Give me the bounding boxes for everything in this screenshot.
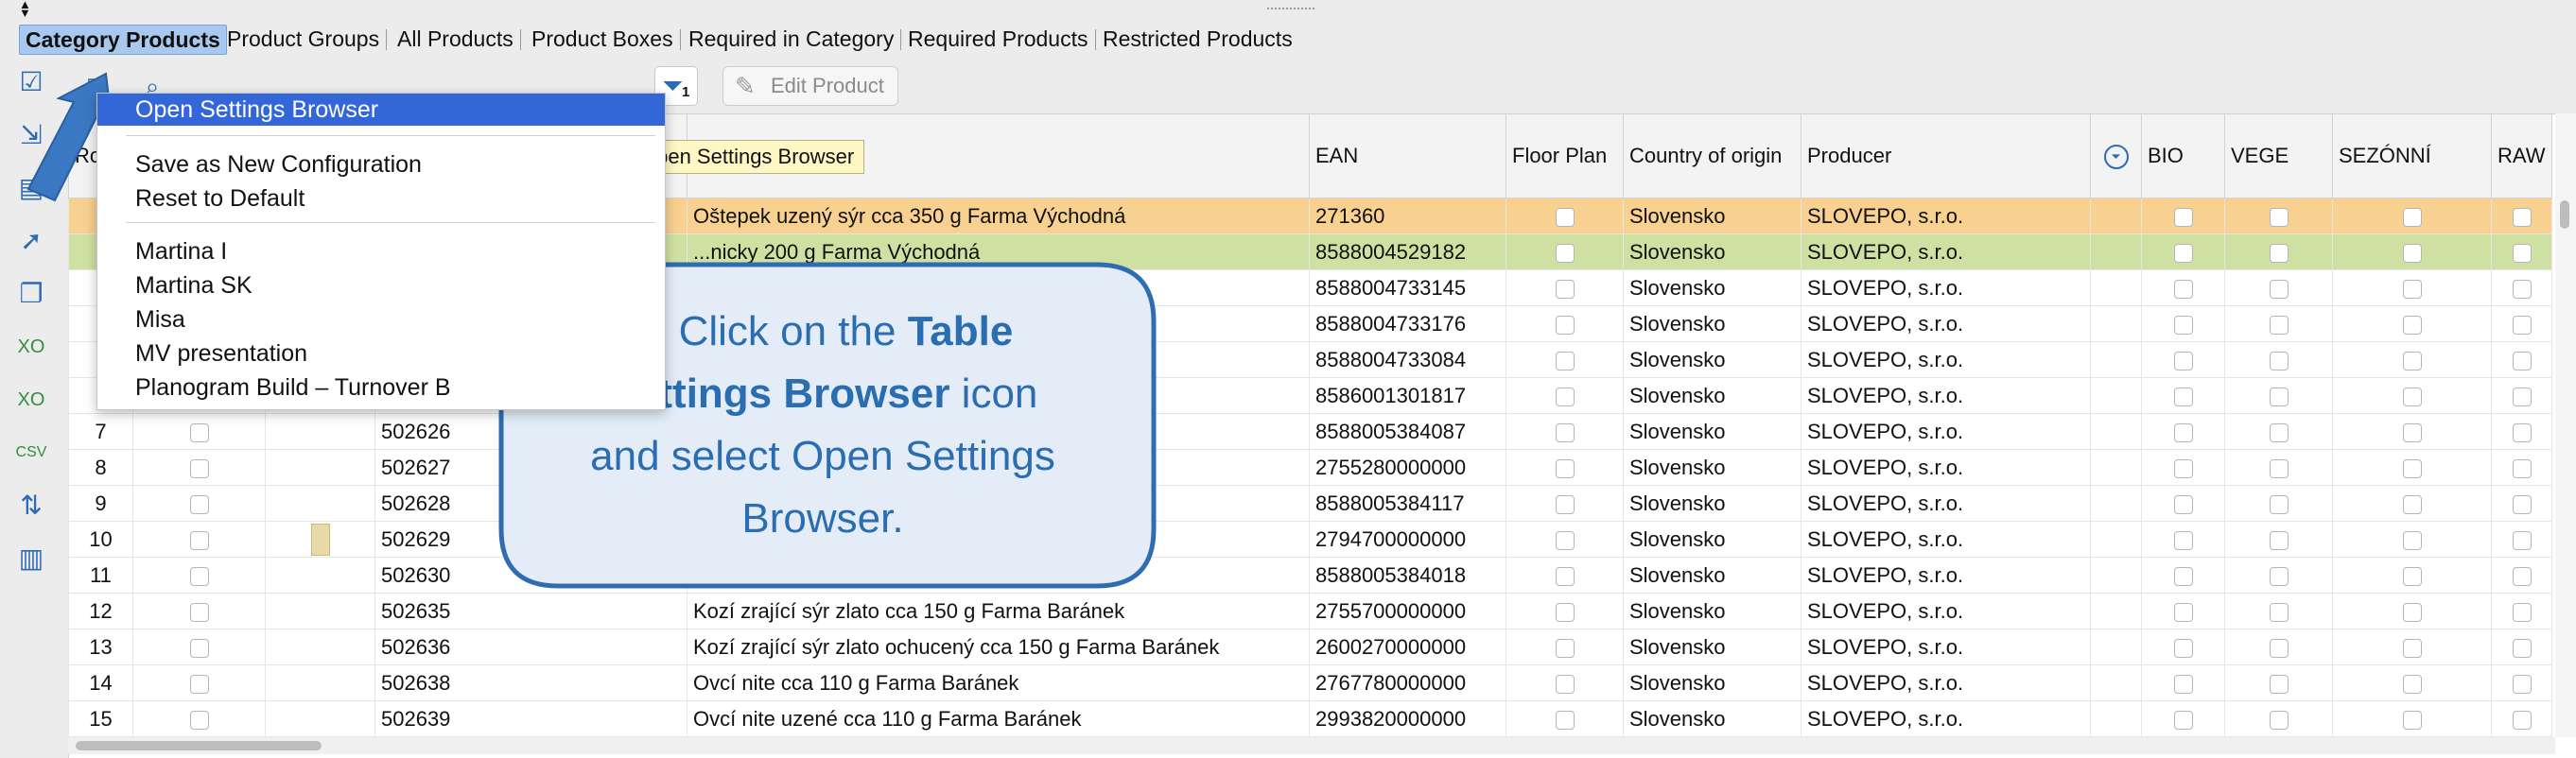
menu-item-config-martina-i[interactable]: Martina I — [97, 235, 665, 267]
table-settings-menu: Open Settings Browser Save as New Config… — [96, 93, 666, 410]
callout-line2-suffix: icon — [949, 370, 1038, 417]
menu-item-open-settings-browser[interactable]: Open Settings Browser — [97, 94, 665, 126]
menu-item-config-mv-presentation[interactable]: MV presentation — [97, 337, 665, 370]
menu-item-config-martina-sk[interactable]: Martina SK — [97, 269, 665, 301]
menu-item-config-misa[interactable]: Misa — [97, 303, 665, 336]
callout-line1-prefix: 1. Click on the — [632, 308, 908, 354]
menu-item-reset-default[interactable]: Reset to Default — [97, 182, 665, 215]
menu-item-config-planogram-build[interactable]: Planogram Build – Turnover B — [97, 371, 665, 404]
callout-line4: Browser. — [741, 495, 904, 542]
menu-item-save-new-config[interactable]: Save as New Configuration — [97, 148, 665, 181]
callout-line1-bold: Table — [907, 308, 1014, 354]
menu-divider — [126, 222, 655, 223]
callout-line3: and select Open Settings — [590, 433, 1055, 479]
menu-divider — [126, 135, 655, 136]
